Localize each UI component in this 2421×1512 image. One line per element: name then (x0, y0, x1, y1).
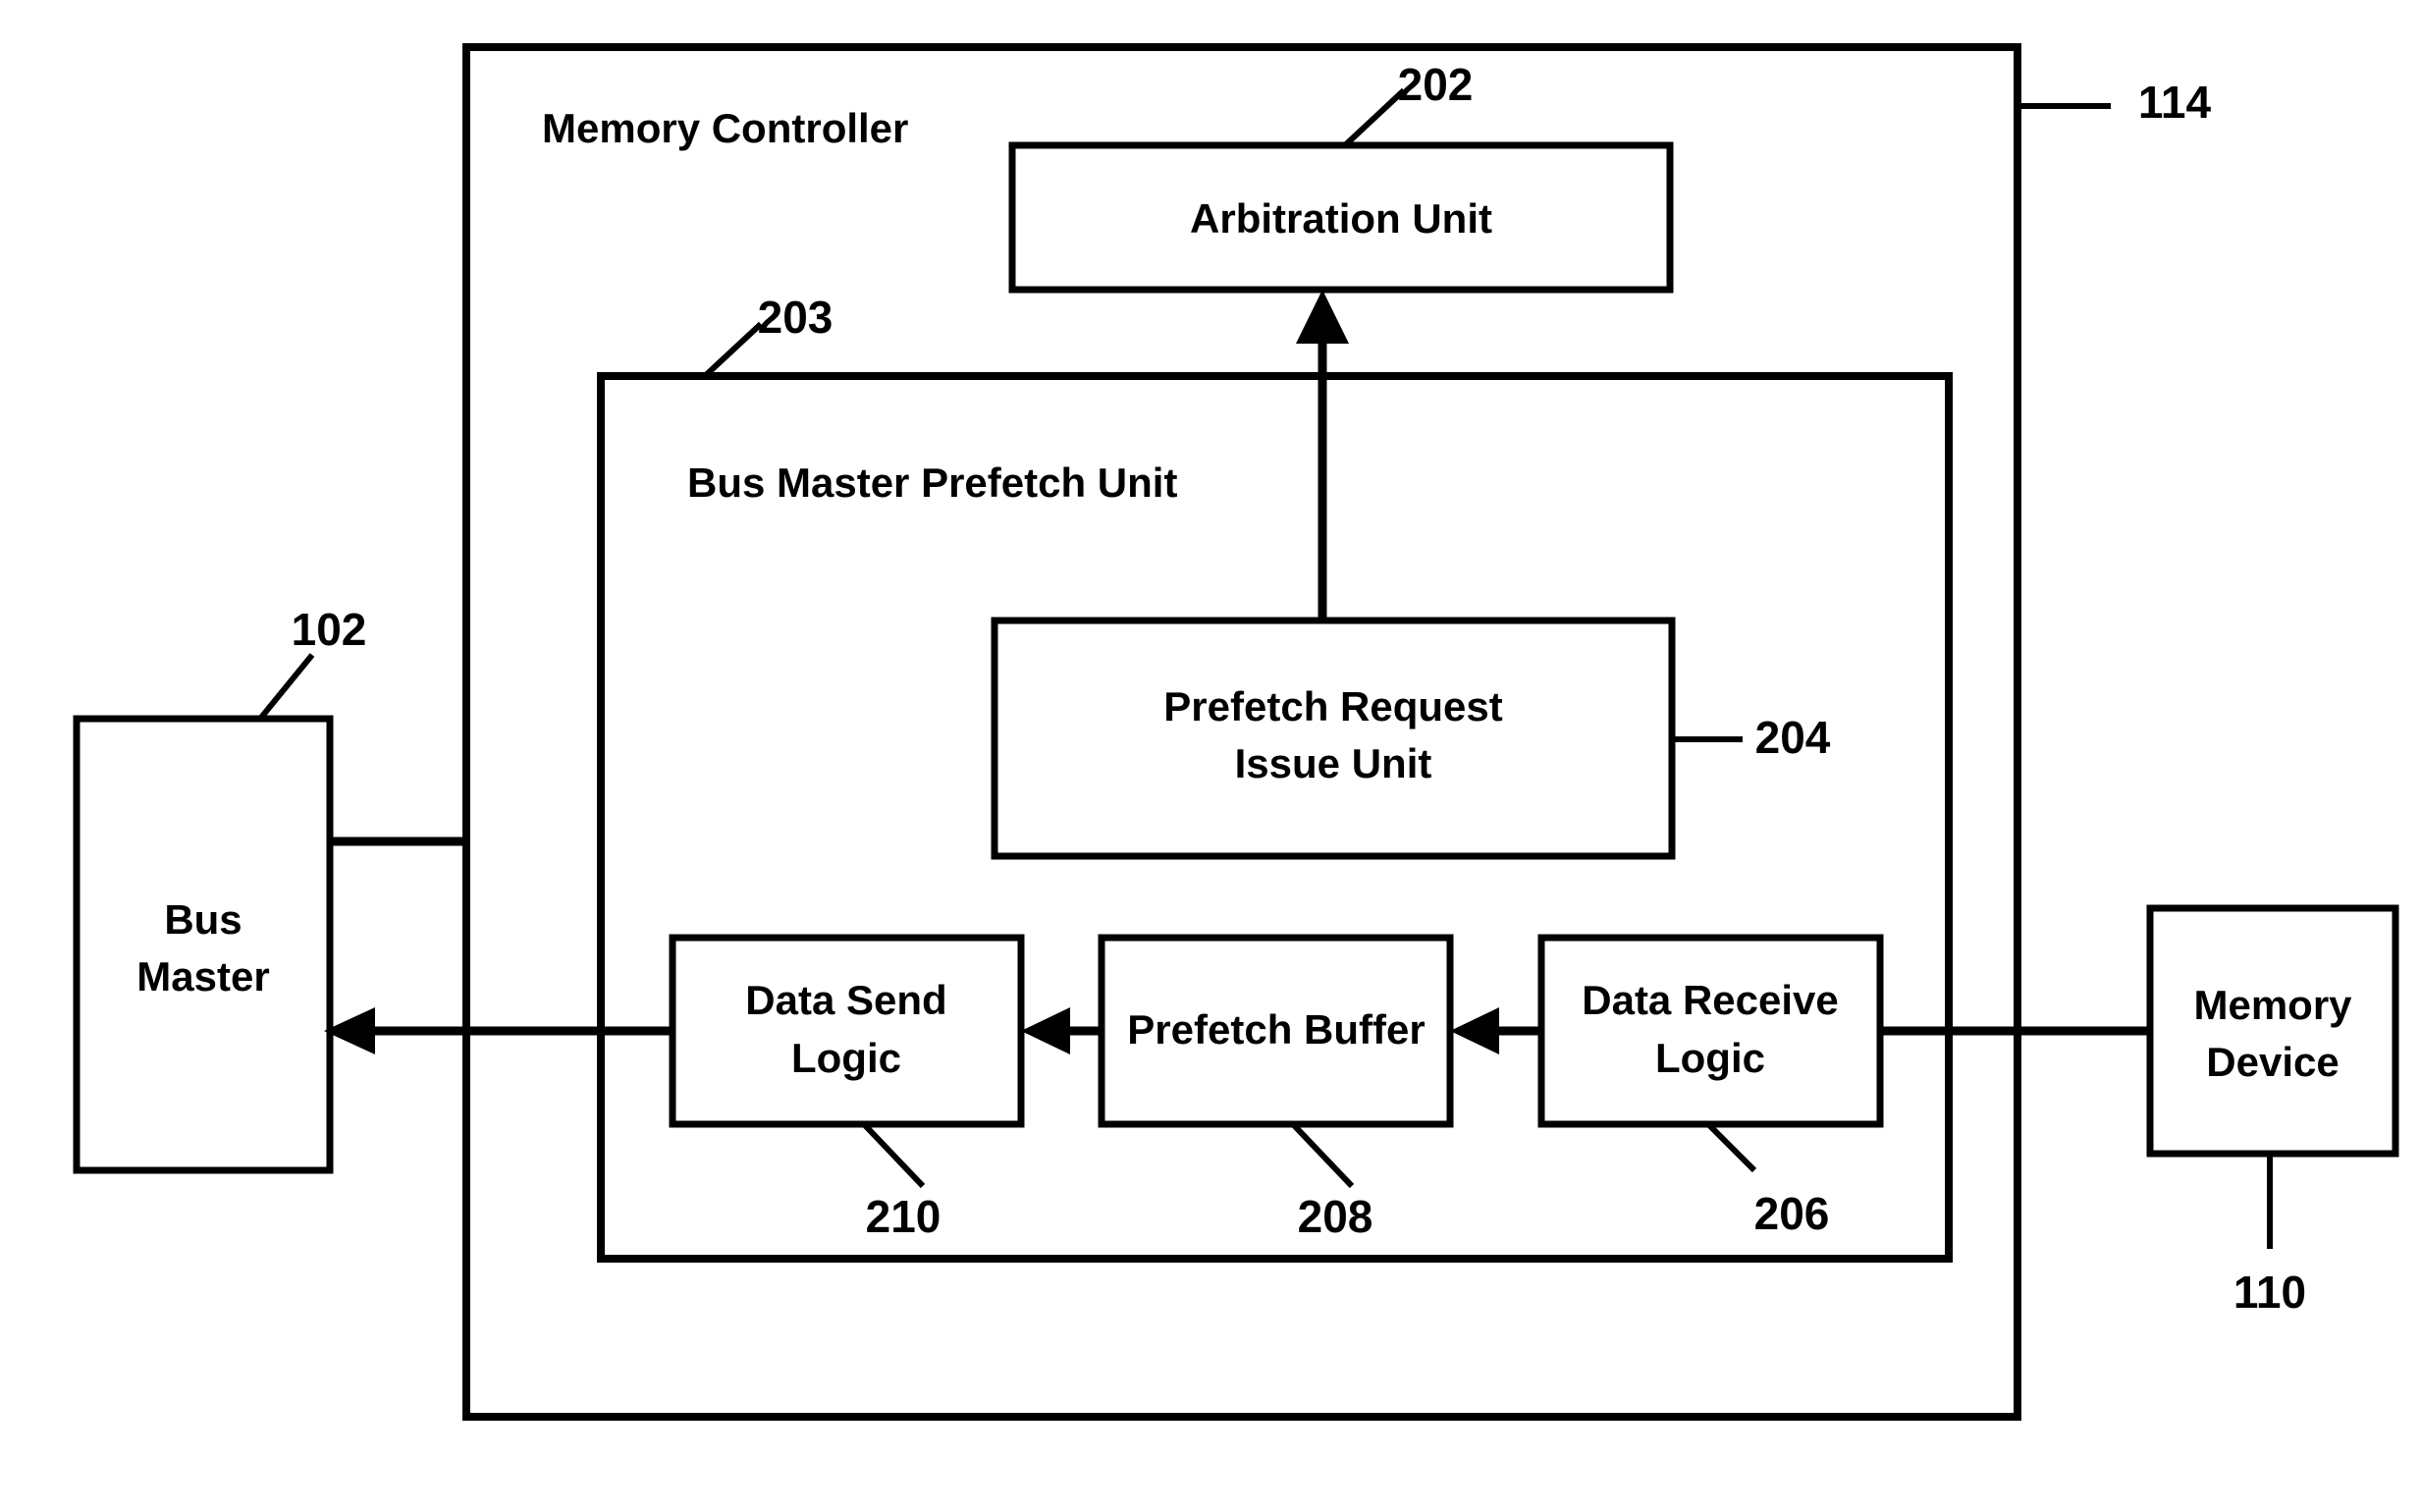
arrowhead-to-data-send-logic (1021, 1007, 1070, 1054)
block-diagram: Memory Controller Bus Master Prefetch Un… (73, 43, 2399, 1421)
ref-number-204: 204 (1755, 712, 1831, 763)
prefetch-buffer-label: Prefetch Buffer (1127, 1006, 1425, 1053)
ref-number-208: 208 (1298, 1191, 1373, 1242)
arbitration-unit-label: Arbitration Unit (1190, 195, 1492, 242)
bus-master-label-line2: Master (136, 953, 269, 999)
memory-device-label-line2: Device (2206, 1039, 2339, 1085)
memory-device-label-line1: Memory (2193, 982, 2352, 1028)
data-send-logic-label-line2: Logic (791, 1035, 901, 1081)
ref-number-203: 203 (758, 292, 834, 343)
arrowhead-to-prefetch-buffer (1450, 1007, 1499, 1054)
ref-203-leader (702, 321, 764, 379)
ref-208-leader (1290, 1121, 1355, 1189)
arrowhead-to-arbitration-unit (1296, 290, 1349, 344)
ref-number-206: 206 (1754, 1188, 1830, 1239)
data-send-logic-box[interactable] (669, 934, 1025, 1128)
data-receive-logic-box[interactable] (1537, 934, 1884, 1128)
ref-number-110: 110 (2233, 1267, 2306, 1318)
ref-202-leader (1342, 87, 1407, 148)
memory-controller-title: Memory Controller (542, 105, 908, 151)
data-receive-logic-label-line2: Logic (1655, 1035, 1765, 1081)
bus-master-label-line1: Bus (164, 896, 242, 943)
memory-device-box[interactable] (2146, 904, 2399, 1158)
bus-master-box[interactable] (73, 715, 334, 1174)
ref-number-202: 202 (1398, 59, 1474, 110)
ref-102-leader (257, 653, 315, 721)
ref-number-102: 102 (292, 604, 367, 655)
bus-master-prefetch-unit-title: Bus Master Prefetch Unit (687, 459, 1177, 506)
prefetch-request-issue-unit-box[interactable] (991, 617, 1676, 860)
data-receive-logic-label-line1: Data Receive (1582, 977, 1839, 1023)
figure-canvas: Memory Controller Bus Master Prefetch Un… (0, 0, 2421, 1512)
prefetch-request-issue-unit-label-line1: Prefetch Request (1163, 683, 1502, 729)
data-send-logic-label-line1: Data Send (745, 977, 946, 1023)
ref-number-210: 210 (866, 1191, 942, 1242)
ref-number-114: 114 (2138, 77, 2212, 128)
ref-210-leader (861, 1121, 926, 1189)
ref-206-leader (1705, 1121, 1757, 1173)
prefetch-request-issue-unit-label-line2: Issue Unit (1235, 740, 1432, 786)
